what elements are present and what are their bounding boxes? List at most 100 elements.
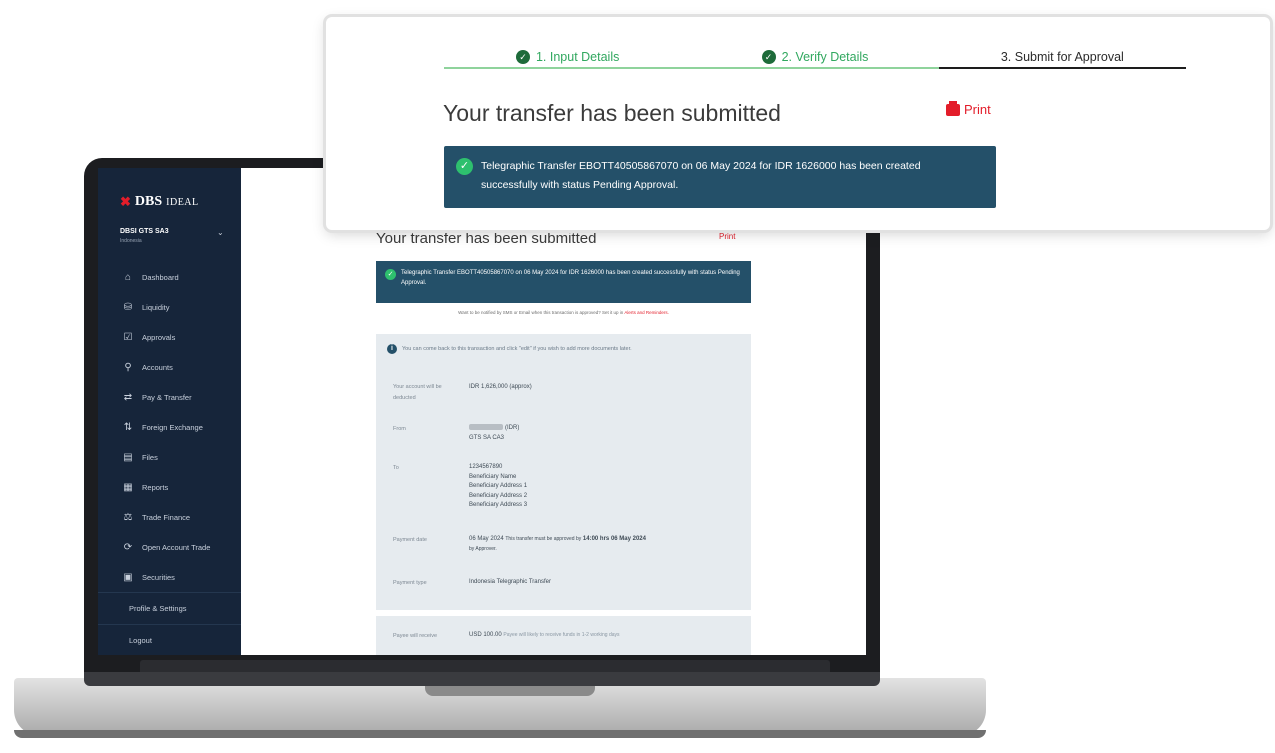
payee-label: Payee will receive	[393, 633, 438, 639]
accounts-icon: ⚲	[124, 361, 132, 373]
sidebar-item-label: Securities	[142, 572, 175, 582]
progress-steps: ✓ 1. Input Details ✓ 2. Verify Details 3…	[444, 45, 1187, 69]
beneficiary-name: Beneficiary Name	[469, 473, 517, 480]
page-title: Your transfer has been submitted	[376, 230, 597, 247]
payment-date-note: This transfer must be approved by	[505, 536, 582, 542]
sidebar-item-label: Files	[142, 452, 158, 462]
printer-icon	[946, 100, 960, 116]
home-icon: ⌂	[124, 271, 132, 283]
laptop-screen: ✖ DBS IDEAL DBSI GTS SA3 Indonesia ⌄ ⌂ D…	[98, 168, 866, 655]
sidebar-item-label: Liquidity	[142, 302, 170, 312]
deducted-value: IDR 1,626,000 (approx)	[469, 384, 532, 390]
sidebar-item-label: Open Account Trade	[142, 542, 211, 552]
open-account-icon: ⟳	[123, 541, 133, 553]
to-label: To	[393, 465, 399, 471]
laptop-notch	[425, 686, 595, 696]
approvals-icon: ☑	[123, 331, 133, 343]
sidebar-item-accounts[interactable]: ⚲ Accounts	[98, 352, 241, 382]
laptop-hinge	[84, 672, 880, 686]
payment-type-label: Payment type	[393, 580, 427, 586]
sidebar-item-label: Pay & Transfer	[142, 392, 192, 402]
beneficiary-address-1: Beneficiary Address 1	[469, 483, 528, 489]
profile-settings-link[interactable]: Profile & Settings	[98, 592, 241, 624]
sidebar-item-foreign-exchange[interactable]: ⇅ Foreign Exchange	[98, 412, 241, 442]
logout-link[interactable]: Logout	[98, 624, 241, 655]
account-switcher[interactable]: DBSI GTS SA3	[120, 228, 169, 235]
check-icon: ✓	[761, 50, 776, 64]
laptop-foot	[14, 730, 986, 738]
check-icon: ✓	[515, 50, 530, 64]
step-verify-details: ✓ 2. Verify Details	[691, 45, 939, 69]
zoomed-confirmation-card: ✓ 1. Input Details ✓ 2. Verify Details 3…	[326, 17, 1270, 230]
sidebar-item-reports[interactable]: ▦ Reports	[98, 472, 241, 502]
from-currency: (IDR)	[505, 425, 520, 431]
sidebar-item-approvals[interactable]: ☑ Approvals	[98, 322, 241, 352]
step-submit-for-approval: 3. Submit for Approval	[938, 45, 1187, 69]
payment-date-label: Payment date	[393, 537, 427, 543]
sidebar-item-label: Approvals	[142, 332, 176, 342]
liquidity-icon: ⛁	[123, 301, 133, 313]
payee-value: USD 100.00 Payee will likely to receive …	[469, 631, 620, 641]
sidebar-item-label: Dashboard	[142, 272, 179, 282]
sidebar-item-label: Accounts	[142, 362, 173, 372]
sidebar-item-securities[interactable]: ▣ Securities	[98, 562, 241, 592]
dbs-logo-mark: ✖	[120, 194, 131, 209]
account-country: Indonesia	[120, 238, 142, 244]
print-label: Print	[964, 102, 991, 117]
success-banner: ✓ Telegraphic Transfer EBOTT40505867070 …	[444, 146, 996, 208]
print-button[interactable]: Print	[719, 232, 735, 241]
alerts-reminders-link[interactable]: Alerts and Reminders.	[624, 310, 669, 315]
info-icon: i	[387, 344, 397, 354]
dbs-logo-name: DBS	[134, 194, 163, 209]
sidebar-nav: ⌂ Dashboard ⛁ Liquidity ☑ Approvals ⚲ Ac…	[98, 262, 241, 592]
sidebar-item-liquidity[interactable]: ⛁ Liquidity	[98, 292, 241, 322]
from-account: GTS SA CA3	[469, 434, 505, 441]
from-value: (IDR) GTS SA CA3	[469, 424, 519, 443]
step-label: 1. Input Details	[535, 50, 620, 64]
transfer-icon: ⇄	[123, 391, 133, 403]
from-label: From	[393, 426, 406, 432]
step-label: 3. Submit for Approval	[1000, 50, 1124, 64]
sidebar-item-pay-transfer[interactable]: ⇄ Pay & Transfer	[98, 382, 241, 412]
success-message: Telegraphic Transfer EBOTT40505867070 on…	[401, 270, 740, 286]
payment-date: 06 May 2024	[469, 536, 504, 542]
masked-account-number	[469, 424, 503, 431]
dbs-logo[interactable]: ✖ DBS IDEAL	[120, 194, 199, 210]
securities-icon: ▣	[123, 571, 133, 583]
sidebar-item-label: Trade Finance	[142, 512, 191, 522]
beneficiary-address-3: Beneficiary Address 3	[469, 502, 528, 508]
sidebar-item-open-account-trade[interactable]: ⟳ Open Account Trade	[98, 532, 241, 562]
chevron-down-icon[interactable]: ⌄	[217, 228, 224, 237]
info-note: i You can come back to this transaction …	[387, 344, 632, 354]
sidebar-item-label: Reports	[142, 482, 169, 492]
payee-panel: Payee will receive USD 100.00 Payee will…	[376, 616, 751, 655]
step-input-details: ✓ 1. Input Details	[444, 45, 692, 69]
deducted-label: Your account will be deducted	[393, 384, 442, 401]
check-circle-icon: ✓	[456, 158, 473, 175]
main-content: Your transfer has been submitted Print ✓…	[241, 168, 866, 655]
notify-text: Want to be notified by SMS or Email when…	[376, 310, 751, 315]
sidebar-item-files[interactable]: ▤ Files	[98, 442, 241, 472]
print-button[interactable]: Print	[946, 100, 991, 117]
payee-note: Payee will likely to receive funds in 1-…	[503, 632, 620, 638]
sidebar-item-dashboard[interactable]: ⌂ Dashboard	[98, 262, 241, 292]
check-circle-icon: ✓	[385, 269, 396, 280]
dbs-logo-product: IDEAL	[166, 196, 199, 208]
payment-deadline: 14:00 hrs 06 May 2024	[582, 536, 646, 542]
to-value: 1234567890 Beneficiary Name Beneficiary …	[469, 463, 527, 511]
step-label: 2. Verify Details	[781, 50, 869, 64]
sidebar: ✖ DBS IDEAL DBSI GTS SA3 Indonesia ⌄ ⌂ D…	[98, 168, 241, 655]
reports-icon: ▦	[123, 481, 133, 493]
beneficiary-address-2: Beneficiary Address 2	[469, 492, 528, 499]
sidebar-item-trade-finance[interactable]: ⚖ Trade Finance	[98, 502, 241, 532]
files-icon: ▤	[123, 451, 133, 463]
trade-finance-icon: ⚖	[123, 511, 133, 523]
exchange-icon: ⇅	[123, 421, 133, 433]
success-banner: ✓ Telegraphic Transfer EBOTT40505867070 …	[376, 261, 751, 303]
sidebar-item-label: Foreign Exchange	[142, 422, 203, 432]
to-account: 1234567890	[469, 464, 503, 470]
payment-date-by: by Approver.	[469, 545, 497, 552]
payment-type-value: Indonesia Telegraphic Transfer	[469, 579, 551, 585]
notify-prompt: Want to be notified by SMS or Email when…	[458, 310, 624, 315]
payment-date-value: 06 May 2024 This transfer must be approv…	[469, 535, 739, 554]
